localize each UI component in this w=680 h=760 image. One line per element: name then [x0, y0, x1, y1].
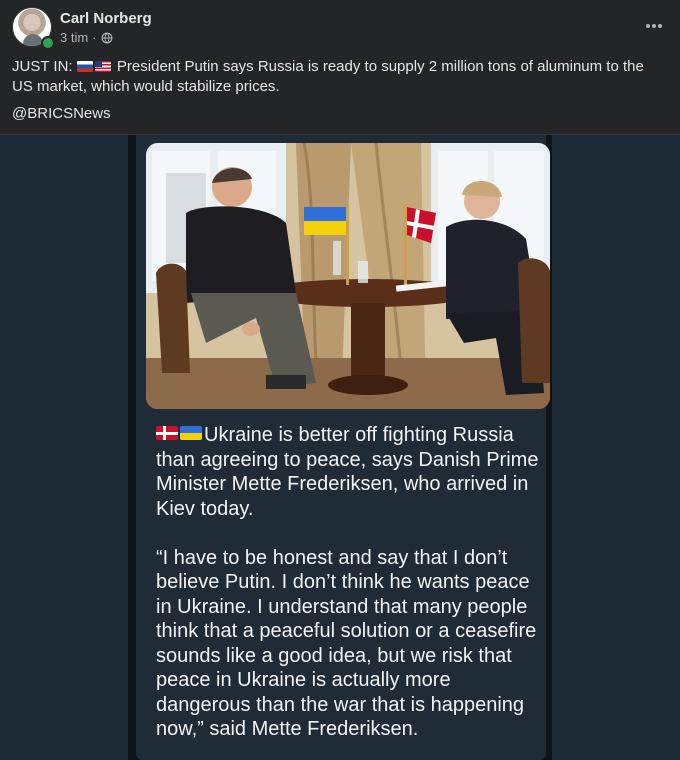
ukraine-flag-icon — [180, 426, 202, 440]
author-name[interactable]: Carl Norberg — [60, 10, 152, 27]
caption-paragraph-2: “I have to be honest and say that I don’… — [156, 546, 537, 741]
source-handle[interactable]: @BRICSNews — [12, 105, 111, 122]
post-time[interactable]: 3 tim — [60, 30, 88, 45]
attachment-caption: Ukraine is better off fighting Russia th… — [156, 423, 548, 760]
more-options-button[interactable] — [640, 12, 668, 40]
screenshot-card: Ukraine is better off fighting Russia th… — [128, 135, 552, 760]
post-meta: 3 tim · — [60, 30, 113, 45]
text-prefix: JUST IN: — [12, 58, 73, 75]
online-status-dot — [41, 36, 55, 50]
caption-text-1: Ukraine is better off fighting Russia th… — [156, 424, 539, 520]
meta-separator: · — [92, 30, 97, 45]
facebook-post: Carl Norberg 3 tim · JUST IN: President … — [0, 0, 680, 760]
photo-scene — [146, 143, 550, 409]
globe-icon[interactable] — [101, 32, 113, 44]
russia-flag-icon — [76, 61, 93, 72]
denmark-flag-icon — [156, 426, 178, 440]
caption-paragraph-1: Ukraine is better off fighting Russia th… — [156, 423, 548, 521]
image-photo[interactable] — [146, 143, 550, 409]
more-dots-icon — [646, 24, 662, 28]
post-attachment[interactable]: Ukraine is better off fighting Russia th… — [0, 135, 680, 760]
post-text: JUST IN: President Putin says Russia is … — [12, 57, 662, 97]
card-body: Ukraine is better off fighting Russia th… — [136, 135, 550, 760]
post-header: Carl Norberg 3 tim · — [0, 0, 680, 52]
usa-flag-icon — [94, 61, 111, 72]
